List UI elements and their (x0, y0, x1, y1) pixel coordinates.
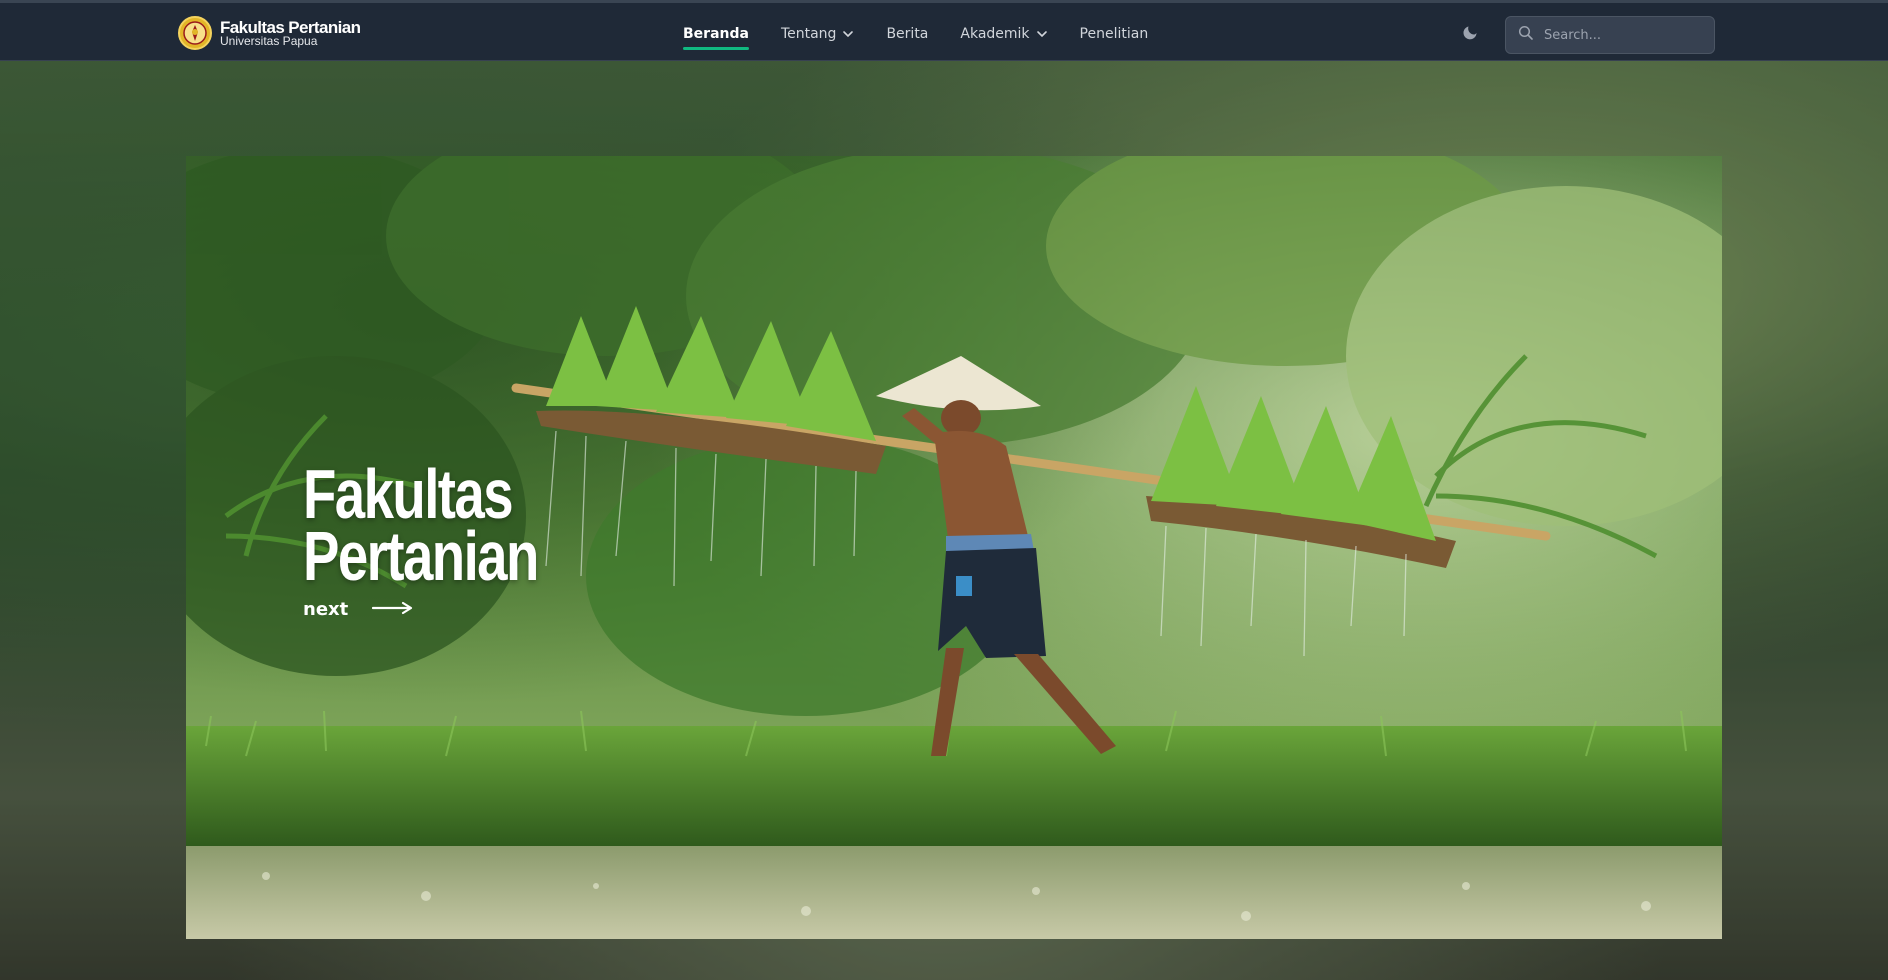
next-label: next (303, 599, 349, 620)
nav-item-beranda[interactable]: Beranda (683, 3, 749, 64)
navbar: Fakultas Pertanian Universitas Papua Ber… (0, 0, 1888, 61)
moon-icon (1462, 23, 1480, 45)
chevron-down-icon (842, 28, 854, 40)
nav-item-akademik[interactable]: Akademik (960, 3, 1047, 64)
nav-item-label: Berita (886, 25, 929, 42)
nav-item-berita[interactable]: Berita (886, 3, 928, 64)
search-input[interactable] (1542, 26, 1702, 44)
nav-item-label: Beranda (683, 25, 749, 42)
nav-item-label: Penelitian (1079, 25, 1149, 42)
brand[interactable]: Fakultas Pertanian Universitas Papua (178, 16, 361, 50)
nav-item-penelitian[interactable]: Penelitian (1080, 3, 1149, 64)
hero-title: Fakultas Pertanian (303, 455, 539, 595)
university-seal-icon (178, 16, 212, 50)
hero-text: Fakultas Pertanian next (303, 455, 604, 620)
search-box (1505, 16, 1715, 54)
main-nav: Beranda Tentang Berita Akademik Peneliti… (683, 3, 1180, 64)
nav-item-label: Tentang (780, 25, 837, 42)
nav-item-label: Akademik (960, 25, 1030, 42)
hero-title-line2: Pertanian (303, 517, 539, 595)
nav-item-tentang[interactable]: Tentang (781, 3, 855, 64)
arrow-right-icon (372, 599, 414, 620)
search-icon (1518, 25, 1534, 45)
hero-title-line1: Fakultas (303, 455, 514, 533)
next-button[interactable]: next (303, 599, 414, 620)
chevron-down-icon (1036, 28, 1048, 40)
active-indicator (683, 47, 749, 50)
theme-toggle-button[interactable] (1459, 22, 1483, 46)
